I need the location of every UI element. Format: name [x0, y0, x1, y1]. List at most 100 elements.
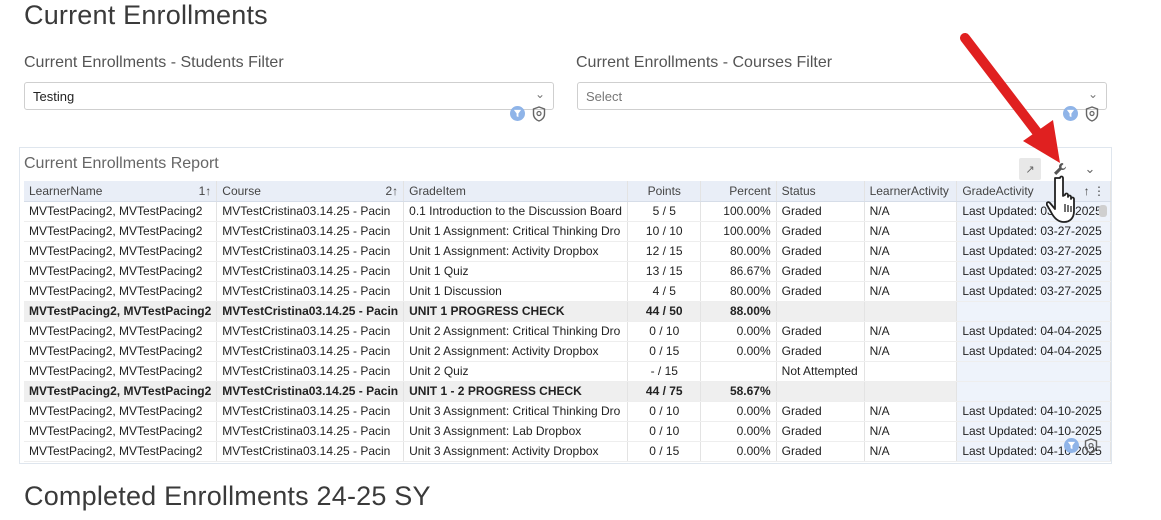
- students-filter-value: Testing: [33, 89, 75, 104]
- column-header-points[interactable]: Points: [627, 181, 702, 202]
- shield-icon[interactable]: [1083, 438, 1098, 454]
- table-row[interactable]: MVTestPacing2, MVTestPacing2 MVTestCristi…: [24, 241, 1111, 262]
- status-cell: Graded: [776, 321, 865, 342]
- learner-activity-cell: N/A: [864, 201, 958, 222]
- course-cell: MVTestCristina03.14.25 - Pacin: [216, 201, 405, 222]
- points-cell: 5 / 5: [627, 201, 702, 222]
- course-cell: MVTestCristina03.14.25 - Pacin: [216, 221, 405, 242]
- percent-cell: 80.00%: [700, 241, 777, 262]
- points-cell: 0 / 10: [627, 421, 702, 442]
- course-cell: MVTestCristina03.14.25 - Pacin: [216, 261, 405, 282]
- learner-activity-cell: [864, 301, 958, 322]
- table-summary-row[interactable]: MVTestPacing2, MVTestPacing2 MVTestCristi…: [24, 381, 1111, 402]
- table-row[interactable]: MVTestPacing2, MVTestPacing2 MVTestCristi…: [24, 421, 1111, 442]
- course-cell: MVTestCristina03.14.25 - Pacin: [216, 341, 405, 362]
- shield-icon[interactable]: [1084, 106, 1099, 122]
- points-cell: 0 / 10: [627, 401, 702, 422]
- column-header-gradeactivity[interactable]: GradeActivity ⋮ ↑: [956, 181, 1111, 202]
- learner-name-cell: MVTestPacing2, MVTestPacing2: [24, 401, 218, 422]
- sort-indicator: 1↑: [198, 183, 212, 198]
- learner-activity-cell: N/A: [864, 221, 958, 242]
- status-cell: Graded: [776, 341, 865, 362]
- percent-cell: 80.00%: [700, 281, 777, 302]
- learner-activity-cell: N/A: [864, 281, 958, 302]
- column-header-percent[interactable]: Percent: [700, 181, 777, 202]
- grade-item-cell: Unit 1 Assignment: Activity Dropbox: [403, 241, 629, 262]
- status-cell: Graded: [776, 261, 865, 282]
- grade-item-cell: Unit 2 Assignment: Critical Thinking Dro: [403, 321, 629, 342]
- percent-cell: [700, 361, 777, 382]
- grade-activity-cell: Last Updated: 04-10-2025: [956, 401, 1111, 422]
- status-cell: Graded: [776, 281, 865, 302]
- table-summary-row[interactable]: MVTestPacing2, MVTestPacing2 MVTestCristi…: [24, 301, 1111, 322]
- table-row[interactable]: MVTestPacing2, MVTestPacing2 MVTestCristi…: [24, 341, 1111, 362]
- points-cell: 0 / 10: [627, 321, 702, 342]
- grade-activity-cell: [956, 381, 1111, 402]
- annotation-arrow-icon: [960, 33, 1060, 163]
- learner-activity-cell: N/A: [864, 261, 958, 282]
- learner-activity-cell: N/A: [864, 421, 958, 442]
- status-cell: Graded: [776, 201, 865, 222]
- table-row[interactable]: MVTestPacing2, MVTestPacing2 MVTestCristi…: [24, 321, 1111, 342]
- table-row[interactable]: MVTestPacing2, MVTestPacing2 MVTestCristi…: [24, 441, 1111, 462]
- learner-name-cell: MVTestPacing2, MVTestPacing2: [24, 201, 218, 222]
- grade-item-cell: Unit 1 Discussion: [403, 281, 629, 302]
- shield-icon[interactable]: [531, 106, 546, 122]
- filter-funnel-icon[interactable]: [510, 106, 525, 121]
- column-menu-icon[interactable]: ⋮: [1090, 184, 1105, 198]
- course-cell: MVTestCristina03.14.25 - Pacin: [216, 441, 405, 462]
- learner-activity-cell: N/A: [864, 401, 958, 422]
- percent-cell: 0.00%: [700, 401, 777, 422]
- grade-item-cell: UNIT 1 PROGRESS CHECK: [403, 301, 629, 322]
- learner-activity-cell: N/A: [864, 321, 958, 342]
- learner-name-cell: MVTestPacing2, MVTestPacing2: [24, 381, 218, 402]
- grade-item-cell: Unit 3 Assignment: Critical Thinking Dro: [403, 401, 629, 422]
- learner-name-cell: MVTestPacing2, MVTestPacing2: [24, 221, 218, 242]
- column-header-learneractivity[interactable]: LearnerActivity: [864, 181, 958, 202]
- grade-item-cell: Unit 1 Quiz: [403, 261, 629, 282]
- table-row[interactable]: MVTestPacing2, MVTestPacing2 MVTestCristi…: [24, 361, 1111, 382]
- learner-name-cell: MVTestPacing2, MVTestPacing2: [24, 421, 218, 442]
- learner-activity-cell: N/A: [864, 241, 958, 262]
- page-title: Current Enrollments: [24, 0, 268, 30]
- students-filter-select[interactable]: Testing ⌄: [24, 82, 554, 110]
- column-header-course[interactable]: Course 2↑: [216, 181, 405, 202]
- grade-item-cell: UNIT 1 - 2 PROGRESS CHECK: [403, 381, 629, 402]
- points-cell: 44 / 50: [627, 301, 702, 322]
- percent-cell: 100.00%: [700, 201, 777, 222]
- column-header-learnername[interactable]: LearnerName 1↑: [24, 181, 218, 202]
- percent-cell: 86.67%: [700, 261, 777, 282]
- vertical-scrollbar-thumb[interactable]: [1099, 205, 1107, 217]
- table-row[interactable]: MVTestPacing2, MVTestPacing2 MVTestCristi…: [24, 281, 1111, 302]
- table-row[interactable]: MVTestPacing2, MVTestPacing2 MVTestCristi…: [24, 401, 1111, 422]
- chevron-down-icon: ⌄: [534, 87, 545, 101]
- filter-funnel-icon[interactable]: [1064, 438, 1079, 453]
- percent-cell: 0.00%: [700, 341, 777, 362]
- table-row[interactable]: MVTestPacing2, MVTestPacing2 MVTestCristi…: [24, 221, 1111, 242]
- course-cell: MVTestCristina03.14.25 - Pacin: [216, 301, 405, 322]
- points-cell: 0 / 15: [627, 441, 702, 462]
- status-cell: [776, 301, 865, 322]
- courses-filter-label: Current Enrollments - Courses Filter: [576, 54, 833, 71]
- percent-cell: 88.00%: [700, 301, 777, 322]
- courses-filter-placeholder: Select: [586, 89, 623, 104]
- status-cell: Graded: [776, 401, 865, 422]
- grade-item-cell: Unit 2 Quiz: [403, 361, 629, 382]
- course-cell: MVTestCristina03.14.25 - Pacin: [216, 241, 405, 262]
- status-cell: Graded: [776, 221, 865, 242]
- learner-name-cell: MVTestPacing2, MVTestPacing2: [24, 341, 218, 362]
- grade-item-cell: Unit 3 Assignment: Activity Dropbox: [403, 441, 629, 462]
- column-header-status[interactable]: Status: [776, 181, 865, 202]
- column-header-gradeitem[interactable]: GradeItem: [403, 181, 629, 202]
- table-row[interactable]: MVTestPacing2, MVTestPacing2 MVTestCristi…: [24, 201, 1111, 222]
- status-cell: [776, 381, 865, 402]
- grade-activity-cell: [956, 301, 1111, 322]
- table-row[interactable]: MVTestPacing2, MVTestPacing2 MVTestCristi…: [24, 261, 1111, 282]
- grade-activity-cell: Last Updated: 04-04-2025: [956, 341, 1111, 362]
- percent-cell: 0.00%: [700, 421, 777, 442]
- course-cell: MVTestCristina03.14.25 - Pacin: [216, 381, 405, 402]
- course-cell: MVTestCristina03.14.25 - Pacin: [216, 421, 405, 442]
- learner-activity-cell: [864, 381, 958, 402]
- grade-item-cell: Unit 1 Assignment: Critical Thinking Dro: [403, 221, 629, 242]
- percent-cell: 0.00%: [700, 441, 777, 462]
